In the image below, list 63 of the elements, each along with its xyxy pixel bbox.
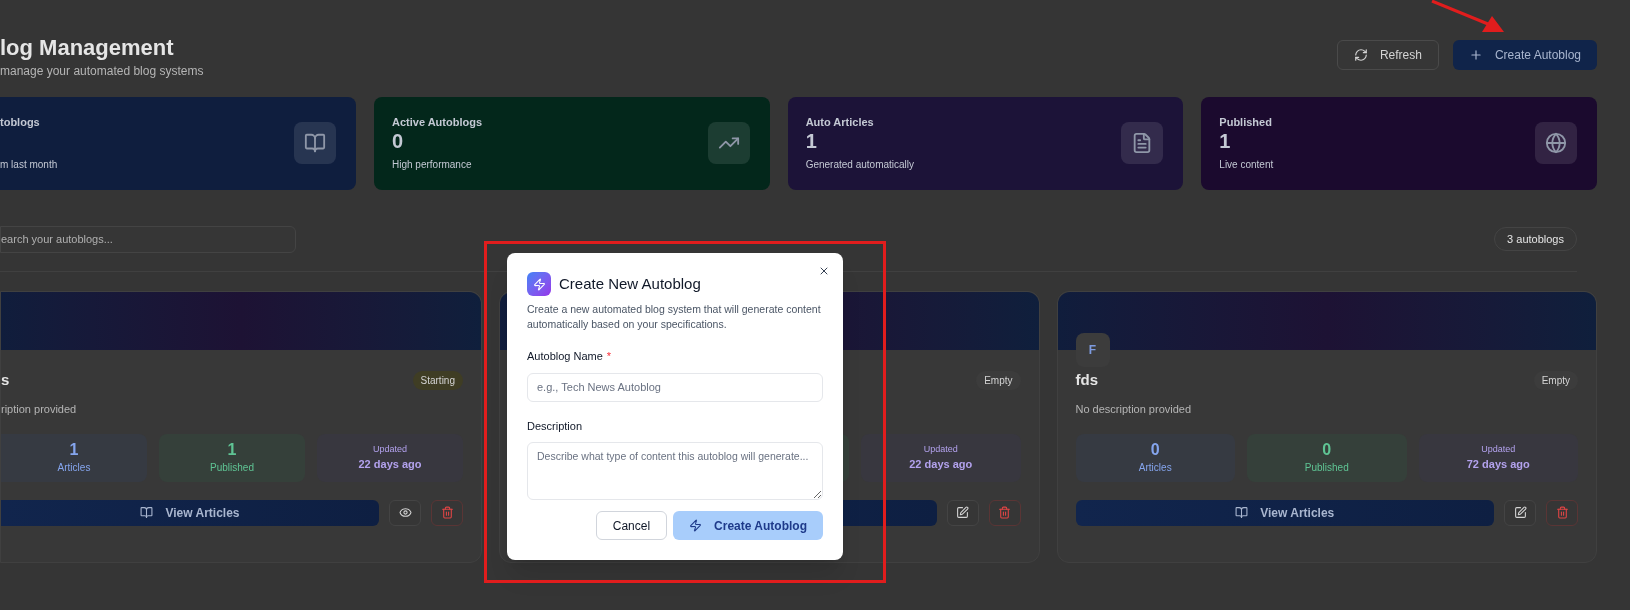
page-title: log Management [0,34,175,62]
updated-stat: Updated 22 days ago [317,433,463,482]
trash-icon [1555,506,1569,519]
articles-stat: 1 Articles [1,433,147,482]
edit-icon [1513,506,1527,519]
stat-label: Auto Articles [805,115,875,131]
lightning-icon [689,519,703,532]
trash-icon [440,506,454,519]
status-badge: Empty [1533,371,1578,390]
published-stat: 0 Published [1247,433,1407,482]
field-label: Autoblog Name [527,349,603,364]
delete-button[interactable] [988,499,1021,526]
field-label: Description [527,418,583,434]
stat-sublabel: High performance [392,157,473,172]
autoblog-description: No description provided [1075,402,1192,415]
edit-icon [956,506,969,519]
stat-sublabel: Generated automatically [805,157,915,172]
updated-stat: Updated 72 days ago [1418,433,1578,482]
book-icon [304,132,326,154]
published-stat: 1 Published [159,433,305,482]
edit-button[interactable] [946,499,979,526]
book-icon [140,506,154,519]
page-subtitle: manage your automated blog systems [0,62,204,80]
autoblog-name: fds [1075,370,1098,391]
autoblog-name: s [1,370,10,391]
trash-icon [998,506,1011,519]
stat-sublabel: m last month [0,157,58,172]
close-icon [818,265,830,277]
lightning-tile-icon [527,272,551,296]
dialog-title: Create New Autoblog [559,273,701,294]
autoblog-description: ription provided [1,402,77,415]
stat-sublabel: Live content [1219,157,1274,172]
stat-label: Published [1219,115,1273,131]
cancel-button[interactable]: Cancel [595,511,668,540]
refresh-icon [1353,48,1368,62]
delete-button[interactable] [1546,499,1578,526]
articles-stat: 0 Articles [1075,433,1235,482]
stat-value: 1 [1219,129,1231,152]
create-autoblog-button[interactable]: Create Autoblog [1452,40,1597,70]
description-textarea[interactable]: Describe what type of content this autoblog will generate... [527,442,823,500]
status-badge: Starting [412,371,463,390]
stat-label: toblogs [0,115,41,131]
status-badge: Empty [976,371,1021,390]
delete-button[interactable] [431,499,463,526]
dialog-description: Create a new automated blog system that will generate content automatically based on your specifications. [527,302,822,332]
stat-value: 1 [805,129,817,152]
stat-label: Active Autoblogs [392,115,483,131]
globe-icon [1545,132,1567,154]
book-icon [1235,506,1249,519]
count-badge: 3 autoblogs [1494,226,1577,252]
edit-button[interactable] [1504,499,1536,526]
eye-icon [398,506,412,519]
view-articles-button[interactable]: View Articles [1,499,379,526]
required-mark: * [606,349,612,364]
view-articles-button[interactable]: View Articles [1075,499,1494,526]
avatar-letter: F [1075,332,1110,367]
view-button[interactable] [389,499,421,526]
search-field[interactable]: earch your autoblogs... [0,225,296,253]
plus-icon [1468,48,1483,62]
refresh-button[interactable]: Refresh [1336,40,1439,70]
updated-stat: Updated 22 days ago [861,433,1021,482]
name-input[interactable]: e.g., Tech News Autoblog [527,372,823,402]
stat-value: 0 [392,129,404,152]
